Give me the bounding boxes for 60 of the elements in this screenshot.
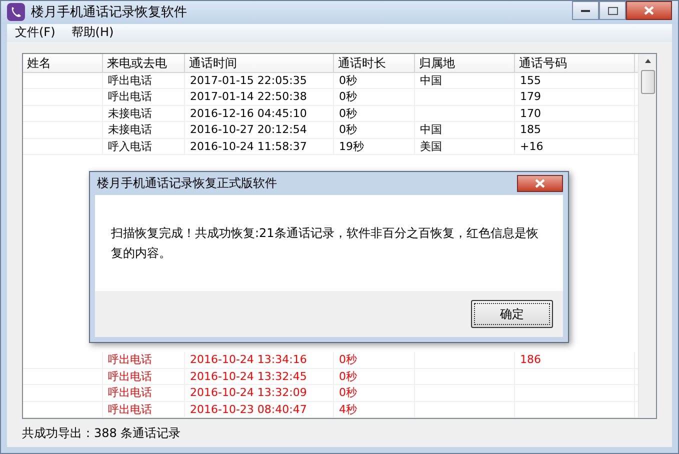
table-cell: 19秒	[339, 140, 364, 153]
table-cell: 呼出电话	[108, 402, 152, 416]
close-button[interactable]	[626, 1, 672, 20]
phone-icon	[7, 3, 25, 22]
table-cell: 2016-10-27 20:12:54	[190, 123, 307, 136]
column-header[interactable]: 姓名	[23, 54, 103, 72]
table-cell: 2016-10-23 08:40:47	[190, 402, 307, 416]
table-cell: 呼入电话	[108, 140, 152, 153]
table-cell: 呼出电话	[108, 386, 152, 400]
table-cell: 170	[520, 106, 541, 120]
table-cell: 呼出电话	[108, 353, 152, 366]
maximize-icon	[608, 6, 618, 14]
scroll-thumb[interactable]	[640, 70, 654, 94]
close-button[interactable]	[517, 175, 563, 192]
table-cell: 2016-10-24 13:32:09	[190, 386, 307, 400]
minimize-button[interactable]	[572, 1, 599, 20]
table-cell: 2016-10-24 13:34:16	[190, 353, 307, 366]
table-cell: 0秒	[339, 386, 357, 400]
menu-item[interactable]: 帮助(H)	[71, 24, 114, 42]
table-cell: 2016-10-24 13:32:45	[190, 370, 307, 383]
table-cell: 0秒	[339, 123, 357, 136]
table-cell: 中国	[420, 74, 442, 87]
table-cell: 未接电话	[108, 106, 152, 120]
menu-item[interactable]: 文件(F)	[15, 24, 56, 42]
table-cell: 呼出电话	[108, 90, 152, 104]
table-cell: 0秒	[339, 353, 357, 366]
column-header[interactable]: 归属地	[415, 54, 515, 72]
table-cell: 186	[520, 353, 541, 366]
table-cell: +16	[520, 140, 544, 153]
ok-button[interactable]: 确定	[471, 300, 553, 328]
table-cell: 2017-01-15 22:05:35	[190, 74, 307, 87]
table-cell: 2016-10-24 11:58:37	[190, 140, 307, 153]
window-title: 楼月手机通话记录恢复软件	[31, 4, 188, 22]
table-cell: 2017-01-14 22:50:38	[190, 90, 307, 104]
table-cell: 185	[520, 123, 541, 136]
table-cell: 呼出电话	[108, 370, 152, 383]
dialog-message: 扫描恢复完成！共成功恢复:21条通话记录，软件非百分之百恢复，红色信息是恢复的内容。	[111, 225, 540, 262]
dialog-title: 楼月手机通话记录恢复正式版软件	[96, 175, 277, 192]
table-cell: 2016-12-16 04:45:10	[190, 106, 307, 120]
table-cell: 0秒	[339, 74, 357, 87]
table-cell: 0秒	[339, 90, 357, 104]
table-cell: 0秒	[339, 106, 357, 120]
close-icon	[535, 179, 545, 188]
status-text: 共成功导出：388 条通话记录	[22, 425, 181, 442]
table-cell: 0秒	[339, 370, 357, 383]
column-header[interactable]: 通话时间	[185, 54, 334, 72]
table-cell: 4秒	[339, 402, 357, 416]
maximize-button[interactable]	[599, 1, 626, 20]
close-icon	[644, 6, 654, 15]
scroll-bar[interactable]	[638, 54, 656, 418]
column-header[interactable]: 来电或去电	[103, 54, 185, 72]
column-header[interactable]: 通话号码	[515, 54, 635, 72]
table-cell: 155	[520, 74, 541, 87]
table-cell: 美国	[420, 140, 442, 153]
table-cell: 未接电话	[108, 123, 152, 136]
table-cell: 中国	[420, 123, 442, 136]
column-header[interactable]: 通话时长	[334, 54, 415, 72]
table-cell: 179	[520, 90, 541, 104]
minimize-icon	[581, 9, 590, 12]
table-cell: 呼出电话	[108, 74, 152, 87]
